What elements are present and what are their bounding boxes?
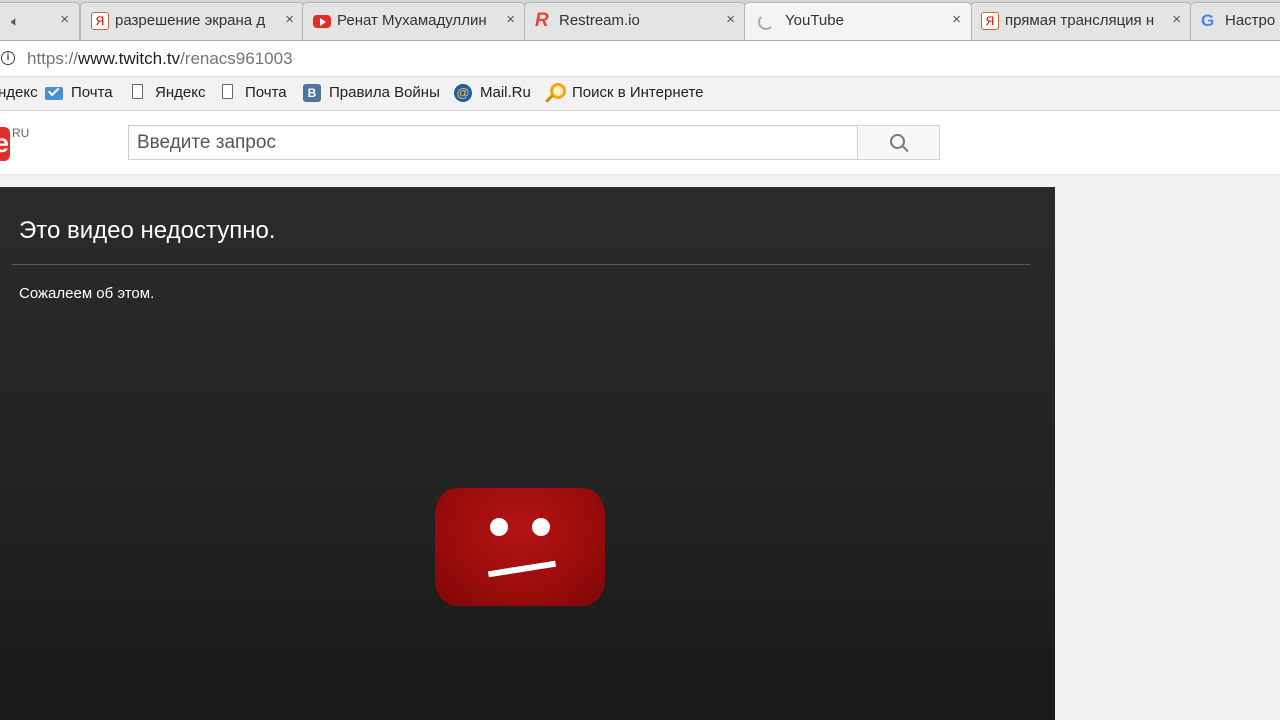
url-scheme: https:// <box>27 49 79 68</box>
tab-title: Ренат Мухамадуллин <box>337 12 487 29</box>
tab-title: прямая трансляция н <box>1005 12 1155 29</box>
info-icon[interactable]: i <box>1 51 15 65</box>
bookmark-label: Почта <box>71 84 113 101</box>
search-placeholder: Введите запрос <box>137 132 276 153</box>
error-title: Это видео недоступно. <box>19 217 276 244</box>
tab-muted[interactable]: 🔈︎ × <box>0 2 80 40</box>
google-icon: G <box>1201 11 1215 30</box>
bookmark-label: Яндекс <box>155 84 206 101</box>
bookmark-yandex-partial[interactable]: ндекс <box>0 84 38 104</box>
youtube-icon <box>313 15 331 28</box>
youtube-header: e RU Введите запрос <box>0 111 1280 175</box>
tab-title: YouTube <box>785 12 844 29</box>
address-bar[interactable]: i https://www.twitch.tv/renacs961003 <box>0 41 1280 77</box>
mouth <box>487 560 557 578</box>
magnifier-icon <box>890 134 905 149</box>
youtube-logo[interactable]: e <box>0 127 10 161</box>
close-icon[interactable]: × <box>60 11 69 28</box>
search-button[interactable] <box>857 125 940 160</box>
tab-yandex-live[interactable]: Я прямая трансляция н × <box>970 2 1192 40</box>
url-host: www.twitch.tv <box>78 49 181 68</box>
url-path: /renacs961003 <box>180 49 293 68</box>
page-icon <box>132 84 143 99</box>
bookmark-label: Поиск в Интернете <box>572 84 704 101</box>
bookmark-label: Правила Войны <box>329 84 440 101</box>
mailru-icon: @ <box>454 84 472 102</box>
yandex-icon: Я <box>91 12 109 30</box>
tab-title: Настро <box>1225 12 1276 29</box>
tab-title: Restream.io <box>559 12 640 29</box>
tab-youtube-active[interactable]: YouTube × <box>744 2 972 40</box>
loading-spinner-icon <box>758 14 774 30</box>
divider <box>12 264 1030 265</box>
video-player[interactable]: Это видео недоступно. Сожалеем об этом. <box>0 187 1055 720</box>
right-eye <box>532 518 550 536</box>
error-subtitle: Сожалеем об этом. <box>19 285 155 302</box>
sad-youtube-icon <box>435 488 605 606</box>
close-icon[interactable]: × <box>952 11 961 28</box>
tab-yandex-resolution[interactable]: Я разрешение экрана д × <box>80 2 305 40</box>
tab-google-settings[interactable]: G Настро <box>1190 2 1280 40</box>
close-icon[interactable]: × <box>726 11 735 28</box>
bookmark-label: ндекс <box>0 84 38 101</box>
close-icon[interactable]: × <box>506 11 515 28</box>
tab-title: разрешение экрана д <box>115 12 266 29</box>
bookmarks-bar: ндекс Почта Яндекс Почта В Правила Войны… <box>0 77 1280 111</box>
left-eye <box>490 518 508 536</box>
mail-icon <box>45 87 63 100</box>
logo-letter: e <box>0 128 9 158</box>
vk-icon: В <box>303 84 321 102</box>
search-globe-icon <box>550 83 566 99</box>
logo-region: RU <box>12 126 30 140</box>
bookmark-label: Почта <box>245 84 287 101</box>
tab-renat-youtube[interactable]: Ренат Мухамадуллин × <box>302 2 526 40</box>
search-input[interactable]: Введите запрос <box>128 125 858 160</box>
page-icon <box>222 84 233 99</box>
bookmark-label: Mail.Ru <box>480 84 531 101</box>
tab-strip: 🔈︎ × Я разрешение экрана д × Ренат Мухам… <box>0 0 1280 41</box>
restream-icon: R <box>535 10 549 31</box>
url-text[interactable]: https://www.twitch.tv/renacs961003 <box>27 49 293 69</box>
tab-restream[interactable]: R Restream.io × <box>524 2 746 40</box>
yandex-icon: Я <box>981 12 999 30</box>
close-icon[interactable]: × <box>1172 11 1181 28</box>
speaker-icon[interactable]: 🔈︎ <box>11 13 19 30</box>
close-icon[interactable]: × <box>285 11 294 28</box>
